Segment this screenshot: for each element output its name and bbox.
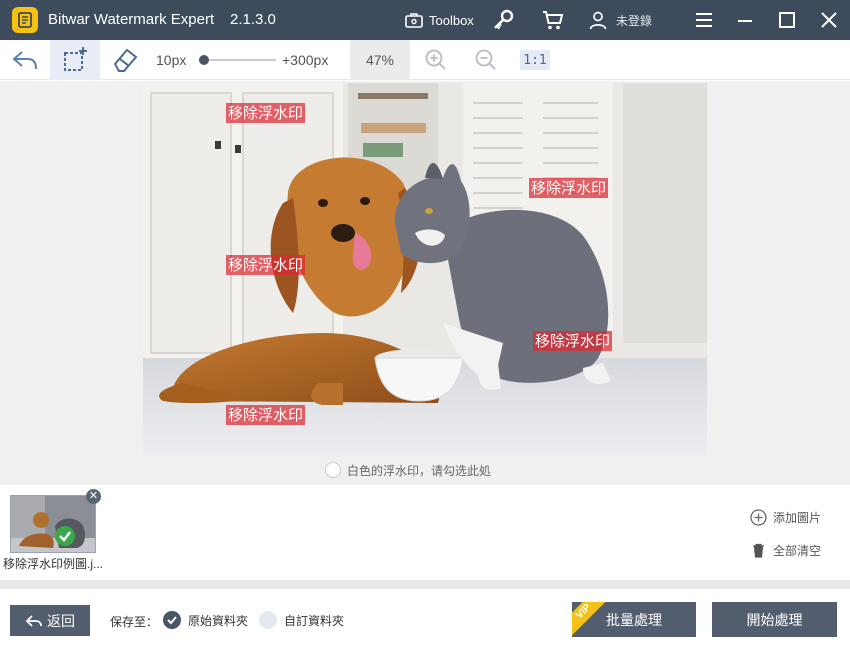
back-label: 返回 — [47, 612, 75, 629]
back-button[interactable]: 返回 — [10, 605, 90, 636]
minimize-icon[interactable] — [733, 8, 757, 32]
actual-size-button[interactable]: 1:1 — [520, 50, 550, 70]
start-process-label: 開始處理 — [746, 611, 803, 628]
white-watermark-option[interactable]: 白色的浮水印，请勾选此処 — [325, 461, 491, 479]
maximize-icon[interactable] — [775, 8, 799, 32]
clear-all-button[interactable]: 全部清空 — [750, 540, 821, 560]
save-to-label: 保存至： — [110, 615, 159, 629]
app-version: 2.1.3.0 — [230, 11, 276, 28]
clear-all-label: 全部清空 — [773, 543, 822, 558]
title-bar: Bitwar Watermark Expert 2.1.3.0 Toolbox … — [0, 0, 850, 40]
checkmark-icon — [55, 526, 75, 546]
save-custom-folder-option[interactable]: 自訂資料夾 — [259, 610, 344, 630]
user-icon — [589, 11, 607, 30]
thumbnail-item[interactable] — [10, 495, 96, 553]
image-canvas[interactable]: 移除浮水印 移除浮水印 移除浮水印 移除浮水印 移除浮水印 — [143, 83, 707, 458]
editor-toolbar: 10px +300px 47% 1:1 — [0, 40, 850, 80]
original-folder-label: 原始資料夾 — [188, 613, 249, 628]
app-title: Bitwar Watermark Expert — [48, 11, 215, 28]
thumbnail-filename: 移除浮水印例圖.j... — [3, 557, 103, 571]
watermark-text: 移除浮水印 — [529, 178, 609, 198]
toolbox-icon — [405, 13, 423, 28]
watermark-text: 移除浮水印 — [226, 405, 306, 425]
thumbnail-strip: ✕ 移除浮水印例圖.j... 添加圖片 全部清空 — [0, 485, 850, 580]
vip-badge: VIP — [572, 602, 609, 637]
add-image-button[interactable]: 添加圖片 — [750, 507, 821, 527]
zoom-in-button[interactable] — [411, 40, 461, 80]
back-arrow-icon — [25, 614, 42, 627]
eraser-icon — [113, 48, 138, 72]
undo-icon — [12, 51, 37, 70]
remove-thumbnail-icon[interactable]: ✕ — [86, 489, 101, 504]
trash-icon — [753, 543, 764, 558]
watermark-text: 移除浮水印 — [226, 255, 306, 275]
radio-unchecked-icon[interactable] — [259, 611, 277, 629]
add-circle-icon — [750, 508, 767, 526]
start-process-button[interactable]: 開始處理 — [712, 602, 837, 637]
brush-size-slider[interactable] — [204, 59, 276, 61]
watermark-text: 移除浮水印 — [533, 331, 613, 351]
watermark-text: 移除浮水印 — [226, 103, 306, 123]
brush-size-max: +300px — [282, 52, 329, 68]
zoom-in-icon — [425, 49, 446, 70]
menu-icon[interactable] — [692, 8, 716, 32]
app-logo-icon — [12, 7, 38, 33]
eraser-tool[interactable] — [100, 40, 150, 80]
radio-checked-icon[interactable] — [163, 611, 181, 629]
zoom-level: 47% — [350, 40, 410, 80]
thumbnail-image — [11, 496, 95, 552]
zoom-out-icon — [475, 49, 496, 70]
undo-button[interactable] — [0, 40, 50, 80]
save-original-folder-option[interactable]: 原始資料夾 — [163, 610, 248, 630]
divider — [0, 580, 850, 589]
bottom-bar: 返回 保存至： 原始資料夾 自訂資料夾 VIP 批量處理 開始處理 — [0, 589, 850, 650]
white-watermark-label: 白色的浮水印，请勾选此処 — [347, 463, 492, 478]
zoom-out-button[interactable] — [461, 40, 511, 80]
rectangle-select-icon — [64, 47, 87, 71]
user-account-button[interactable]: 未登錄 — [588, 9, 652, 31]
toolbox-button[interactable]: Toolbox — [405, 9, 474, 31]
batch-process-button[interactable]: VIP 批量處理 — [572, 602, 696, 637]
custom-folder-label: 自訂資料夾 — [284, 613, 345, 628]
user-login-label: 未登錄 — [616, 13, 653, 28]
brush-size-slider-thumb[interactable] — [199, 55, 209, 65]
close-icon[interactable] — [817, 8, 841, 32]
cart-icon[interactable] — [541, 8, 565, 32]
key-icon[interactable] — [492, 8, 516, 32]
white-watermark-checkbox[interactable] — [325, 462, 341, 478]
rectangle-select-tool[interactable] — [50, 40, 100, 80]
add-image-label: 添加圖片 — [773, 510, 822, 525]
brush-size-min: 10px — [156, 52, 187, 68]
toolbox-label: Toolbox — [429, 12, 474, 28]
batch-process-label: 批量處理 — [606, 611, 662, 628]
